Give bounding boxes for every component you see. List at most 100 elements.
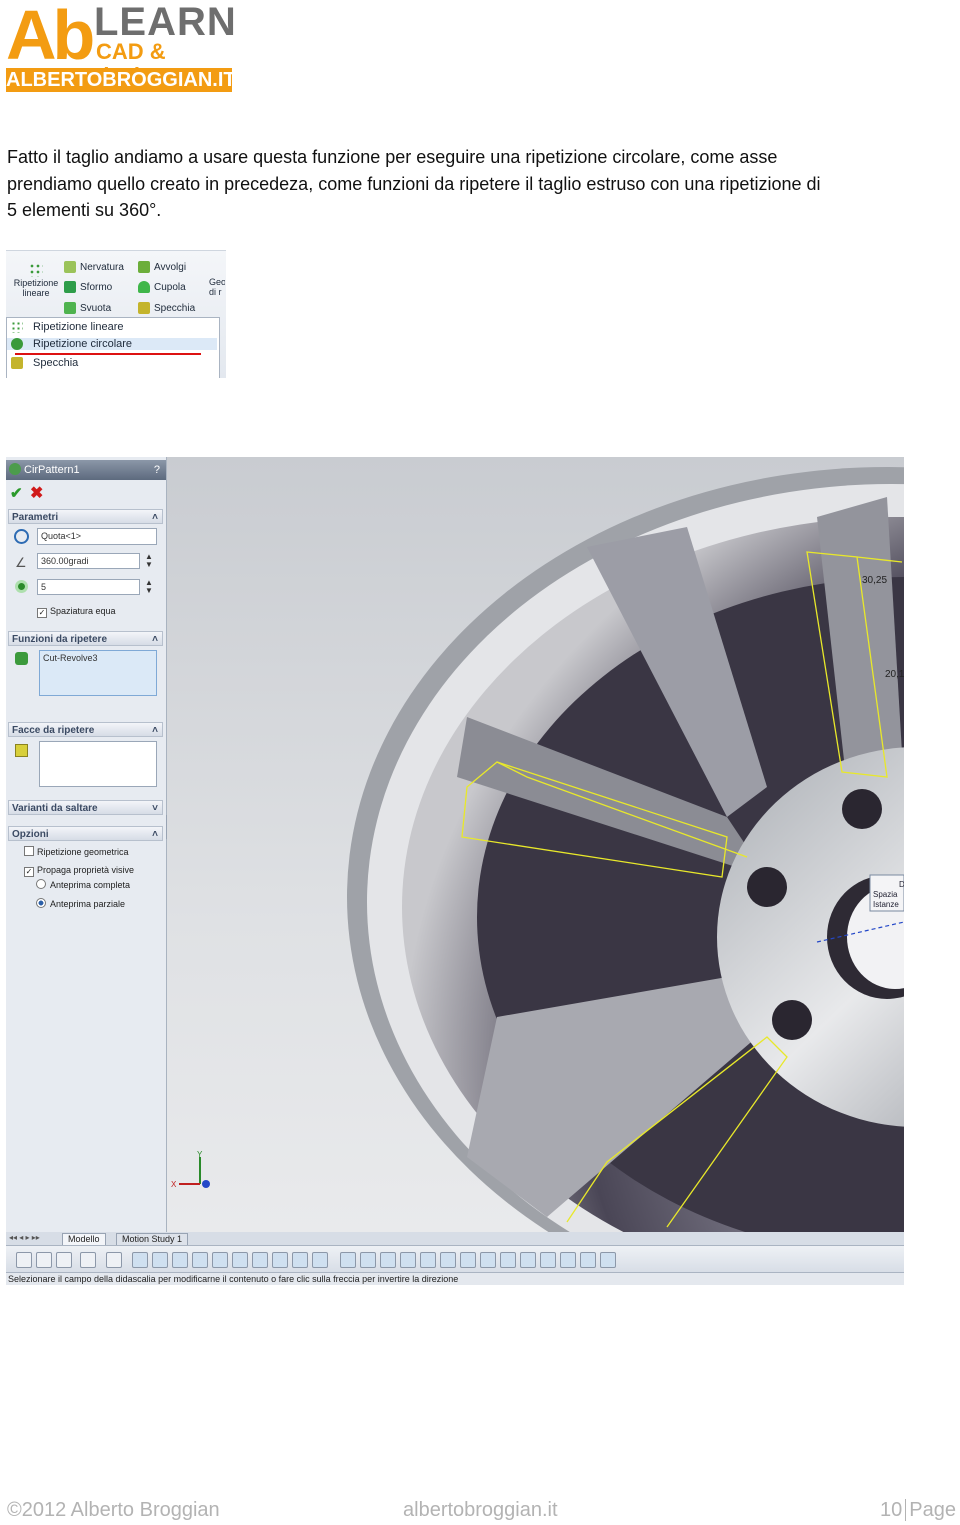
toolbar-button-icon[interactable]	[272, 1252, 288, 1268]
menu-item-linear-pattern[interactable]: Ripetizione lineare	[11, 321, 124, 333]
menu-item-mirror[interactable]: Specchia	[11, 357, 78, 369]
toolbar-button-icon[interactable]	[232, 1252, 248, 1268]
section-varianti[interactable]: Varianti da saltare ˅	[8, 800, 163, 815]
section-funzioni[interactable]: Funzioni da ripetere ˄	[8, 631, 163, 646]
status-bar: Selezionare il campo della didascalia pe…	[6, 1272, 904, 1285]
collapse-icon: ˄	[152, 634, 158, 645]
instances-field[interactable]: 5	[37, 579, 140, 595]
section-opzioni[interactable]: Opzioni ˄	[8, 826, 163, 841]
partial-preview-radio[interactable]: Anteprima parziale	[36, 898, 125, 909]
mirror-icon	[138, 302, 150, 314]
linear-pattern-button[interactable]: Ripetizione lineare	[10, 263, 62, 298]
shell-icon	[64, 302, 76, 314]
bottom-tab-bar: ◂◂ ◂ ▸ ▸▸ Modello Motion Study 1	[6, 1232, 904, 1246]
ribbon-screenshot: Ripetizione lineare Nervatura Sformo Svu…	[6, 250, 226, 378]
toolbar-button-icon[interactable]	[540, 1252, 556, 1268]
toolbar-button-icon[interactable]	[192, 1252, 208, 1268]
axis-icon	[14, 529, 29, 544]
dim-label[interactable]: 30,25	[862, 575, 887, 586]
ribbon-item[interactable]: Avvolgi	[138, 261, 186, 273]
filter-icon[interactable]	[16, 1252, 32, 1268]
cancel-icon[interactable]: ✖	[30, 483, 43, 503]
select-icon[interactable]	[106, 1252, 122, 1268]
tab-scroll-arrows[interactable]: ◂◂ ◂ ▸ ▸▸	[9, 1233, 40, 1242]
paragraph-line: Fatto il taglio andiamo a usare questa f…	[7, 147, 778, 167]
toolbar-button-icon[interactable]	[580, 1252, 596, 1268]
filter-icon[interactable]	[36, 1252, 52, 1268]
geometric-pattern-checkbox[interactable]: Ripetizione geometrica	[24, 846, 129, 857]
ribbon-item[interactable]: Sformo	[64, 281, 112, 293]
ribbon-item[interactable]: Nervatura	[64, 261, 124, 273]
faces-list[interactable]	[39, 741, 157, 787]
toolbar-button-icon[interactable]	[420, 1252, 436, 1268]
toolbar-button-icon[interactable]	[132, 1252, 148, 1268]
footer-page: 10 Page	[880, 1499, 956, 1522]
toolbar-button-icon[interactable]	[252, 1252, 268, 1268]
toolbar-button-icon[interactable]	[440, 1252, 456, 1268]
toolbar-button-icon[interactable]	[600, 1252, 616, 1268]
toolbar-button-icon[interactable]	[560, 1252, 576, 1268]
section-label: Facce da ripetere	[12, 725, 95, 736]
linear-pattern-label: Ripetizione lineare	[13, 278, 59, 298]
radio-label: Anteprima parziale	[50, 899, 126, 909]
collapse-icon: ˄	[152, 512, 158, 523]
ok-icon[interactable]: ✔	[10, 484, 23, 502]
angle-field[interactable]: 360.00gradi	[37, 553, 140, 569]
callout-line: D	[899, 880, 904, 889]
checkbox-checked-icon: ✓	[37, 608, 47, 618]
angle-icon: ∠	[15, 555, 27, 570]
wrap-icon	[138, 261, 150, 273]
equal-spacing-checkbox[interactable]: ✓ Spaziatura equa	[37, 606, 116, 618]
checkbox-label: Spaziatura equa	[50, 606, 116, 616]
lug-hole	[747, 867, 787, 907]
help-icon[interactable]: ?	[154, 460, 160, 480]
checkbox-icon	[24, 846, 34, 856]
page-number: 10	[880, 1499, 903, 1521]
triad-x-label: X	[171, 1180, 177, 1189]
features-list[interactable]: Cut-Revolve3	[39, 650, 157, 696]
ribbon-item[interactable]: Cupola	[138, 281, 186, 293]
section-label: Opzioni	[12, 829, 49, 840]
section-parametri[interactable]: Parametri ˄	[8, 509, 163, 524]
toolbar-button-icon[interactable]	[152, 1252, 168, 1268]
logo-ab: Ab	[6, 0, 95, 74]
propagate-checkbox[interactable]: ✓ Propaga proprietà visive	[24, 865, 134, 877]
axis-field[interactable]: Quota<1>	[37, 528, 157, 545]
full-preview-radio[interactable]: Anteprima completa	[36, 879, 130, 890]
angle-stepper[interactable]: ▲ ▼	[145, 553, 153, 569]
select-icon[interactable]	[80, 1252, 96, 1268]
toolbar-button-icon[interactable]	[380, 1252, 396, 1268]
dim-label[interactable]: 20,12	[885, 669, 904, 680]
toolbar-button-icon[interactable]	[400, 1252, 416, 1268]
toolbar-button-icon[interactable]	[172, 1252, 188, 1268]
toolbar-button-icon[interactable]	[520, 1252, 536, 1268]
toolbar-button-icon[interactable]	[480, 1252, 496, 1268]
radio-label: Anteprima completa	[50, 880, 131, 890]
feature-list-item[interactable]: Cut-Revolve3	[43, 653, 98, 663]
pattern-dropdown-menu: Ripetizione lineare Ripetizione circolar…	[6, 317, 220, 378]
toolbar-button-icon[interactable]	[212, 1252, 228, 1268]
face-icon	[15, 744, 28, 757]
ribbon-item[interactable]: Svuota	[64, 302, 111, 314]
3d-viewport[interactable]: 30,25 20,12 D Spazia Istanze Y X	[167, 457, 904, 1285]
pattern-icon	[11, 321, 23, 333]
menu-item-circular-pattern[interactable]: Ripetizione circolare	[7, 338, 217, 350]
toolbar-button-icon[interactable]	[500, 1252, 516, 1268]
toolbar-button-icon[interactable]	[460, 1252, 476, 1268]
ribbon-cut-label: Geo di r	[209, 277, 225, 297]
feature-title: CirPattern1	[24, 464, 80, 476]
section-facce[interactable]: Facce da ripetere ˄	[8, 722, 163, 737]
collapse-icon: ˄	[152, 725, 158, 736]
filter-icon[interactable]	[56, 1252, 72, 1268]
paragraph-line: prendiamo quello creato in precedeza, co…	[7, 173, 821, 194]
expand-icon: ˅	[152, 803, 158, 814]
toolbar-button-icon[interactable]	[360, 1252, 376, 1268]
feature-icon	[15, 652, 28, 665]
toolbar-button-icon[interactable]	[292, 1252, 308, 1268]
instances-stepper[interactable]: ▲ ▼	[145, 579, 153, 595]
menu-item-label: Specchia	[33, 357, 79, 369]
toolbar-button-icon[interactable]	[340, 1252, 356, 1268]
circular-pattern-icon	[11, 338, 23, 350]
ribbon-item[interactable]: Specchia	[138, 302, 195, 314]
toolbar-button-icon[interactable]	[312, 1252, 328, 1268]
